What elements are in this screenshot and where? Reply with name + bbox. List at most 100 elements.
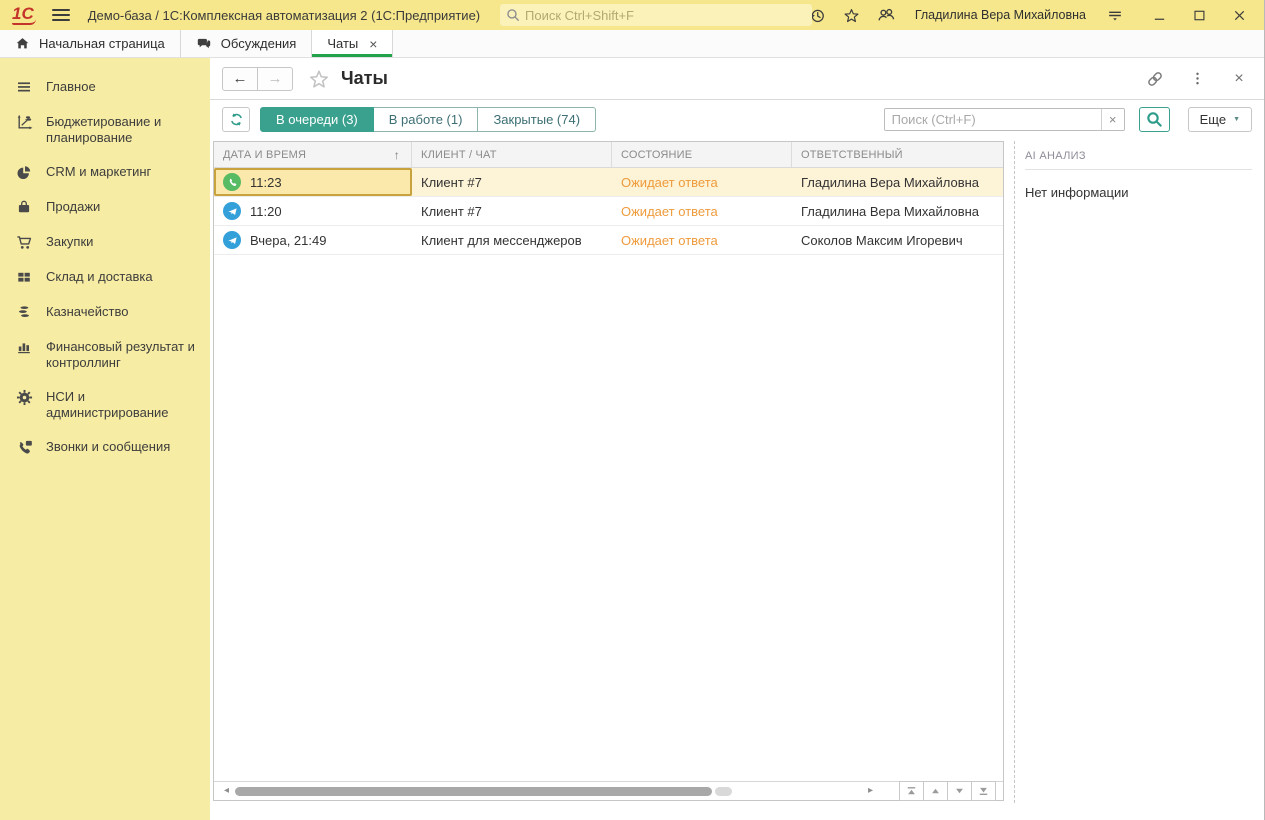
sidebar-item-label: Бюджетирование и планирование bbox=[46, 114, 202, 146]
filter-in-queue[interactable]: В очереди (3) bbox=[260, 107, 374, 132]
search-icon bbox=[1146, 111, 1163, 128]
telegram-icon bbox=[223, 202, 241, 220]
phone-message-icon bbox=[15, 438, 33, 456]
cell-time-label: 11:20 bbox=[250, 204, 282, 219]
telegram-icon bbox=[223, 231, 241, 249]
filter-in-progress[interactable]: В работе (1) bbox=[373, 107, 479, 132]
go-last-row-button[interactable] bbox=[971, 781, 996, 801]
cell-responsible: Соколов Максим Игоревич bbox=[792, 226, 1003, 254]
cell-responsible: Гладилина Вера Михайловна bbox=[792, 197, 1003, 225]
table-row[interactable]: Вчера, 21:49 Клиент для мессенджеров Ожи… bbox=[214, 226, 1003, 255]
column-header-datetime[interactable]: ДАТА И ВРЕМЯ ↑ bbox=[214, 142, 412, 167]
sidebar-item-label: Главное bbox=[46, 79, 96, 95]
sidebar-item-label: Звонки и сообщения bbox=[46, 439, 170, 455]
refresh-button[interactable] bbox=[222, 107, 250, 132]
sidebar-item-warehouse[interactable]: Склад и доставка bbox=[0, 260, 210, 295]
column-header-responsible[interactable]: ОТВЕТСТВЕННЫЙ bbox=[792, 142, 1003, 167]
cell-time-label: 11:23 bbox=[250, 175, 282, 190]
clear-search-icon[interactable]: × bbox=[1101, 109, 1124, 130]
1c-logo-icon: 1С bbox=[12, 5, 36, 25]
scroll-left-icon[interactable]: ◂ bbox=[221, 786, 232, 796]
column-header-label: ОТВЕТСТВЕННЫЙ bbox=[801, 149, 903, 161]
ai-panel-body: Нет информации bbox=[1025, 185, 1252, 200]
tab-discussions[interactable]: Обсуждения bbox=[181, 30, 313, 57]
favorites-star-icon[interactable] bbox=[843, 6, 861, 24]
maximize-icon[interactable] bbox=[1190, 6, 1208, 24]
coins-icon bbox=[15, 303, 33, 321]
back-button[interactable]: ← bbox=[222, 67, 258, 91]
budgeting-icon bbox=[15, 113, 33, 131]
sidebar-item-treasury[interactable]: Казначейство bbox=[0, 295, 210, 330]
cell-state: Ожидает ответа bbox=[612, 197, 792, 225]
table-row[interactable]: 11:23 Клиент #7 Ожидает ответа Гладилина… bbox=[214, 168, 1003, 197]
tab-label: Чаты bbox=[327, 36, 358, 51]
horizontal-scrollbar[interactable] bbox=[235, 787, 862, 796]
table-footer: ◂ ▸ bbox=[214, 781, 1003, 800]
scrollbar-track-rest bbox=[715, 787, 732, 796]
close-tab-icon[interactable]: × bbox=[369, 36, 377, 52]
close-page-icon[interactable]: × bbox=[1230, 70, 1248, 88]
service-menu-icon[interactable] bbox=[1106, 6, 1124, 24]
cell-datetime: Вчера, 21:49 bbox=[214, 226, 412, 254]
table-row[interactable]: 11:20 Клиент #7 Ожидает ответа Гладилина… bbox=[214, 197, 1003, 226]
status-badge: Ожидает ответа bbox=[621, 175, 718, 190]
global-search-input[interactable] bbox=[525, 8, 806, 23]
forward-button[interactable]: → bbox=[257, 67, 293, 91]
go-next-row-button[interactable] bbox=[947, 781, 972, 801]
ai-analysis-panel: AI АНАЛИЗ Нет информации bbox=[1014, 141, 1252, 803]
table-header-row: ДАТА И ВРЕМЯ ↑ КЛИЕНТ / ЧАТ СОСТОЯНИЕ ОТ… bbox=[214, 142, 1003, 168]
list-toolbar: В очереди (3) В работе (1) Закрытые (74)… bbox=[210, 100, 1264, 138]
go-first-row-button[interactable] bbox=[899, 781, 924, 801]
discussions-icon bbox=[196, 36, 212, 51]
minimize-icon[interactable] bbox=[1150, 6, 1168, 24]
go-prev-row-button[interactable] bbox=[923, 781, 948, 801]
filter-closed[interactable]: Закрытые (74) bbox=[477, 107, 596, 132]
sidebar-item-budgeting[interactable]: Бюджетирование и планирование bbox=[0, 105, 210, 155]
sidebar-item-nsi-admin[interactable]: НСИ и администрирование bbox=[0, 380, 210, 430]
current-user-name[interactable]: Гладилина Вера Михайловна bbox=[915, 8, 1086, 22]
cell-time-label: Вчера, 21:49 bbox=[250, 233, 326, 248]
column-header-client[interactable]: КЛИЕНТ / ЧАТ bbox=[412, 142, 612, 167]
cart-icon bbox=[15, 233, 33, 251]
more-kebab-icon[interactable] bbox=[1188, 70, 1206, 88]
tab-label: Начальная страница bbox=[39, 36, 165, 51]
main-menu-icon[interactable] bbox=[52, 9, 70, 21]
chats-table: ДАТА И ВРЕМЯ ↑ КЛИЕНТ / ЧАТ СОСТОЯНИЕ ОТ… bbox=[213, 141, 1004, 801]
search-button[interactable] bbox=[1139, 107, 1170, 132]
home-icon bbox=[15, 36, 30, 51]
tab-home[interactable]: Начальная страница bbox=[0, 30, 181, 57]
sidebar-item-finresult[interactable]: Финансовый результат и контроллинг bbox=[0, 330, 210, 380]
tab-bar: Начальная страница Обсуждения Чаты × bbox=[0, 30, 1264, 58]
list-search-input[interactable] bbox=[885, 109, 1101, 130]
close-window-icon[interactable] bbox=[1230, 6, 1248, 24]
sales-bag-icon bbox=[15, 198, 33, 216]
table-empty-space bbox=[214, 255, 1003, 781]
page-header: ← → Чаты × bbox=[210, 58, 1264, 100]
section-sidebar: Главное Бюджетирование и планирование CR… bbox=[0, 58, 210, 820]
page-title: Чаты bbox=[341, 68, 388, 89]
tab-chats[interactable]: Чаты × bbox=[312, 30, 393, 57]
column-header-state[interactable]: СОСТОЯНИЕ bbox=[612, 142, 792, 167]
ai-panel-title: AI АНАЛИЗ bbox=[1025, 141, 1252, 170]
row-navigation-group bbox=[900, 781, 996, 801]
chevron-down-icon: ▼ bbox=[1233, 116, 1240, 123]
column-header-label: СОСТОЯНИЕ bbox=[621, 149, 692, 161]
status-badge: Ожидает ответа bbox=[621, 204, 718, 219]
add-favorite-star-icon[interactable] bbox=[308, 68, 330, 90]
status-filter-group: В очереди (3) В работе (1) Закрытые (74) bbox=[260, 107, 596, 132]
get-link-icon[interactable] bbox=[1146, 70, 1164, 88]
sidebar-item-main[interactable]: Главное bbox=[0, 70, 210, 105]
sidebar-item-purchases[interactable]: Закупки bbox=[0, 225, 210, 260]
status-badge: Ожидает ответа bbox=[621, 233, 718, 248]
more-button[interactable]: Еще ▼ bbox=[1188, 107, 1252, 132]
sidebar-item-label: Финансовый результат и контроллинг bbox=[46, 339, 202, 371]
discussions-people-icon[interactable] bbox=[877, 6, 895, 24]
scrollbar-thumb[interactable] bbox=[235, 787, 711, 796]
title-bar: 1С Демо-база / 1С:Комплексная автоматиза… bbox=[0, 0, 1264, 30]
sidebar-item-calls-messages[interactable]: Звонки и сообщения bbox=[0, 430, 210, 465]
scroll-right-icon[interactable]: ▸ bbox=[865, 786, 876, 796]
sidebar-item-sales[interactable]: Продажи bbox=[0, 190, 210, 225]
sidebar-item-crm[interactable]: CRM и маркетинг bbox=[0, 155, 210, 190]
sidebar-item-label: CRM и маркетинг bbox=[46, 164, 151, 180]
global-search[interactable] bbox=[500, 4, 812, 26]
